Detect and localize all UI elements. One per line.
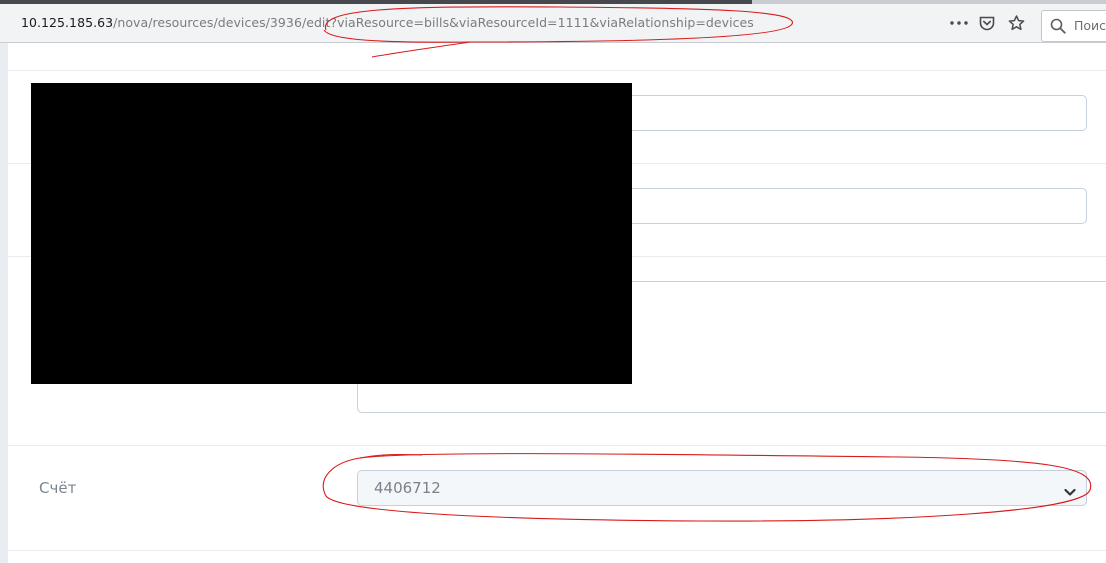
form-divider xyxy=(8,70,1106,71)
chevron-down-icon xyxy=(1064,482,1076,501)
bill-field-label: Счёт xyxy=(39,479,77,497)
star-icon[interactable] xyxy=(1005,13,1027,33)
redacted-area xyxy=(31,83,632,384)
url-path: /nova/resources/devices/3936/edit?viaRes… xyxy=(113,15,754,30)
form-divider xyxy=(8,445,1106,446)
address-bar-url[interactable]: 10.125.185.63/nova/resources/devices/393… xyxy=(21,15,754,30)
search-icon xyxy=(1050,18,1066,38)
bill-select-value: 4406712 xyxy=(374,479,441,497)
browser-search-input[interactable]: Поиск xyxy=(1041,10,1106,42)
search-placeholder: Поиск xyxy=(1074,18,1106,33)
browser-toolbar: i 10.125.185.63/nova/resources/devices/3… xyxy=(0,4,1106,43)
bill-select[interactable]: 4406712 xyxy=(357,470,1087,506)
pocket-icon[interactable] xyxy=(976,13,998,33)
site-info-icon[interactable]: i xyxy=(0,16,7,30)
address-bar[interactable]: i 10.125.185.63/nova/resources/devices/3… xyxy=(0,6,1034,40)
more-dots-icon[interactable] xyxy=(948,13,970,33)
form-divider xyxy=(8,550,1106,551)
url-host: 10.125.185.63 xyxy=(21,15,114,30)
